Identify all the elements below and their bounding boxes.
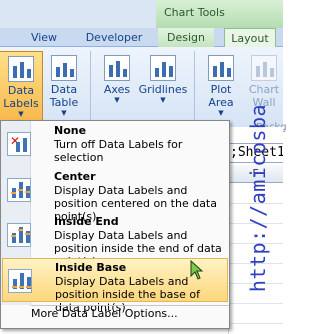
- menu-item-inside-end[interactable]: Inside End Display Data Labels and posit…: [2, 213, 228, 268]
- tab-view[interactable]: View: [26, 28, 62, 47]
- data-table-label-line2: Table: [49, 96, 79, 109]
- inside-base-labels-icon: [8, 269, 32, 293]
- menu-item-description: Turn off Data Labels for selection: [54, 138, 183, 164]
- grid-line: [228, 303, 283, 304]
- inside-end-labels-icon: [7, 223, 31, 247]
- chart-wall-icon: [251, 55, 277, 81]
- menu-item-center[interactable]: Center Display Data Labels and position …: [2, 168, 228, 223]
- more-data-label-options[interactable]: More Data Label Options...: [31, 307, 178, 320]
- data-table-button[interactable]: Data Table ▼: [44, 51, 84, 123]
- data-table-label-line1: Data: [50, 83, 78, 96]
- gridlines-icon: [150, 55, 176, 81]
- plot-area-icon: [208, 55, 234, 81]
- chevron-down-icon: ▼: [160, 96, 166, 104]
- gridlines-label: Gridlines: [138, 83, 188, 96]
- menu-item-title: None: [54, 124, 87, 137]
- axes-label: Axes: [103, 83, 131, 96]
- group-divider: [90, 51, 91, 121]
- tab-developer[interactable]: Developer: [84, 28, 144, 47]
- chart-tools-label: Chart Tools: [164, 6, 225, 19]
- axes-icon: [104, 55, 130, 81]
- watermark: http://amicosba: [232, 93, 283, 303]
- group-divider: [194, 51, 195, 121]
- mouse-cursor-icon: [190, 260, 204, 280]
- tab-design[interactable]: Design: [158, 28, 214, 47]
- data-table-icon: [51, 55, 77, 81]
- data-labels-label-line1: Data: [7, 84, 35, 97]
- tab-layout[interactable]: Layout: [224, 28, 276, 48]
- data-labels-button[interactable]: Data Labels ▼: [0, 51, 43, 123]
- data-labels-dropdown: ✕ None Turn off Data Labels for selectio…: [0, 120, 230, 329]
- menu-item-title: Inside Base: [55, 261, 127, 274]
- no-labels-icon: ✕: [7, 132, 31, 156]
- chevron-down-icon: ▼: [18, 110, 24, 118]
- menu-item-title: Inside End: [54, 215, 119, 228]
- menu-item-title: Center: [54, 170, 96, 183]
- chevron-down-icon: ▼: [114, 96, 120, 104]
- menu-separator: [31, 305, 229, 306]
- watermark-text: http://amicosba: [245, 103, 270, 293]
- ribbon-tab-row: View Developer Design Layout: [0, 28, 283, 48]
- data-labels-label-line2: Labels: [3, 97, 39, 110]
- axes-button[interactable]: Axes ▼: [96, 51, 138, 123]
- chart-tools-context-header: Chart Tools: [156, 0, 283, 28]
- chevron-down-icon: ▼: [61, 109, 67, 117]
- center-labels-icon: [7, 178, 31, 202]
- menu-item-none[interactable]: ✕ None Turn off Data Labels for selectio…: [2, 122, 228, 168]
- grid-line: [228, 323, 283, 324]
- gridlines-button[interactable]: Gridlines ▼: [138, 51, 188, 123]
- data-labels-icon: [8, 56, 34, 82]
